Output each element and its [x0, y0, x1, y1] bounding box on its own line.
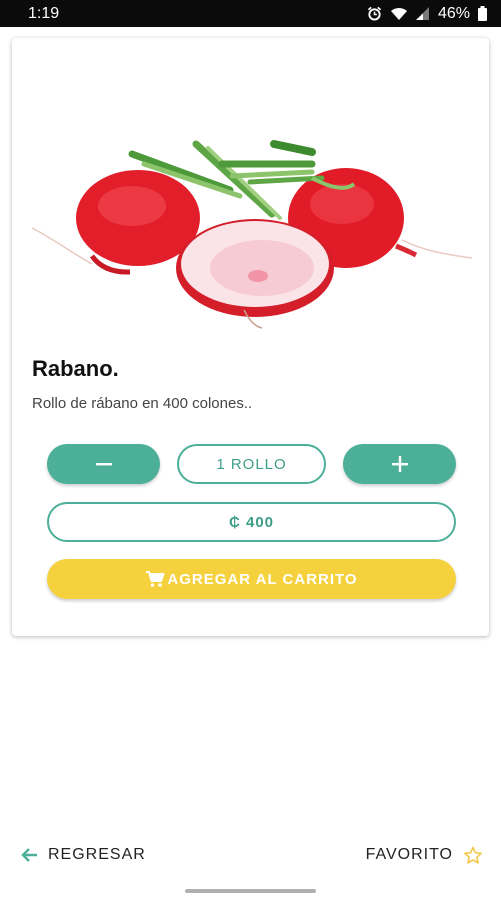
signal-icon	[415, 7, 429, 20]
battery-percent: 46%	[437, 4, 470, 22]
favorite-label: FAVORITO	[365, 846, 453, 863]
back-button[interactable]: REGRESAR	[20, 846, 146, 864]
product-description: Rollo de rábano en 400 colones..	[32, 395, 253, 412]
wifi-icon	[390, 7, 407, 20]
price-display: ₵ 400	[47, 502, 456, 542]
star-outline-icon	[463, 846, 483, 865]
status-icons: 46%	[367, 5, 487, 23]
favorite-button[interactable]: FAVORITO	[366, 846, 483, 865]
minus-icon	[95, 463, 112, 466]
quantity-display: 1 ROLLO	[177, 444, 326, 484]
battery-icon	[478, 6, 487, 21]
back-label: REGRESAR	[48, 846, 146, 863]
cart-icon	[145, 570, 165, 588]
product-card: Rabano. Rollo de rábano en 400 colones..…	[12, 38, 489, 636]
increase-quantity-button[interactable]	[343, 444, 456, 484]
decrease-quantity-button[interactable]	[47, 444, 160, 484]
add-to-cart-button[interactable]: AGREGAR AL CARRITO	[47, 559, 456, 599]
status-time: 1:19	[28, 4, 60, 22]
home-indicator[interactable]	[185, 889, 316, 893]
plus-icon	[391, 456, 408, 472]
status-bar: 1:19 46%	[0, 0, 501, 27]
alarm-icon	[367, 6, 382, 21]
bottom-nav: REGRESAR FAVORITO	[0, 838, 501, 872]
add-to-cart-label: AGREGAR AL CARRITO	[167, 570, 358, 588]
product-title: Rabano.	[32, 356, 119, 381]
radish-image	[31, 140, 473, 329]
arrow-left-icon	[20, 847, 38, 863]
